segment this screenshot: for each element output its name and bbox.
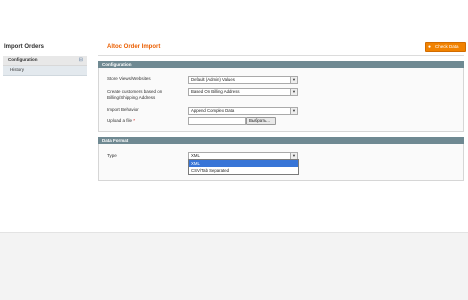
data-format-legend: Data Format <box>98 137 464 144</box>
chevron-down-icon: ▼ <box>290 77 297 83</box>
check-data-label: Check Data <box>435 44 459 49</box>
collapse-icon: ⊟ <box>78 57 83 63</box>
upload-file-label: Upload a file * <box>107 118 135 124</box>
type-option-xml[interactable]: XML <box>189 160 298 167</box>
import-behavior-select[interactable]: Append Complex Data ▼ <box>188 107 298 115</box>
sidebar-title: Import Orders <box>4 44 45 50</box>
upload-file-label-text: Upload a file <box>107 118 133 123</box>
upload-file-input[interactable] <box>188 117 246 125</box>
browse-button-label: Выбрать... <box>249 118 270 123</box>
sidebar-item-label: Configuration <box>8 57 38 62</box>
type-label: Type <box>107 153 117 158</box>
chevron-down-icon: ▼ <box>290 108 297 114</box>
type-dropdown-list: XML CSV/Tab Separated <box>188 159 299 175</box>
type-option-label: XML <box>191 161 200 166</box>
page-title: Altoc Order Import <box>107 44 161 50</box>
create-customers-label-line1: Create customers based on <box>107 89 163 94</box>
import-behavior-value: Append Complex Data <box>191 108 235 113</box>
store-views-select[interactable]: Default (Admin) Values ▼ <box>188 76 298 84</box>
configuration-legend-text: Configuration <box>102 62 132 67</box>
required-mark: * <box>133 118 136 123</box>
chevron-down-icon: ▼ <box>290 89 297 95</box>
sidebar-item-label: History <box>10 67 25 72</box>
store-views-value: Default (Admin) Values <box>191 77 235 82</box>
create-customers-label-line2: Billing/Shipping Address <box>107 95 156 100</box>
data-format-legend-text: Data Format <box>102 138 129 143</box>
import-behavior-label: Import Behavior <box>107 107 139 112</box>
check-data-button[interactable]: ● Check Data <box>425 42 466 52</box>
sidebar-item-history[interactable]: History <box>3 66 87 76</box>
configuration-legend: Configuration <box>98 61 464 68</box>
footer <box>0 233 468 300</box>
check-circle-icon: ● <box>428 44 432 50</box>
type-option-csv[interactable]: CSV/Tab Separated <box>189 167 298 174</box>
header-divider <box>98 55 464 56</box>
create-customers-select[interactable]: Based On Billing Address ▼ <box>188 88 298 96</box>
type-option-label: CSV/Tab Separated <box>191 168 229 173</box>
sidebar-item-configuration[interactable]: Configuration ⊟ <box>3 56 87 66</box>
create-customers-value: Based On Billing Address <box>191 89 240 94</box>
browse-button[interactable]: Выбрать... <box>246 117 276 125</box>
store-views-label: Store Views/Websites <box>107 76 151 81</box>
